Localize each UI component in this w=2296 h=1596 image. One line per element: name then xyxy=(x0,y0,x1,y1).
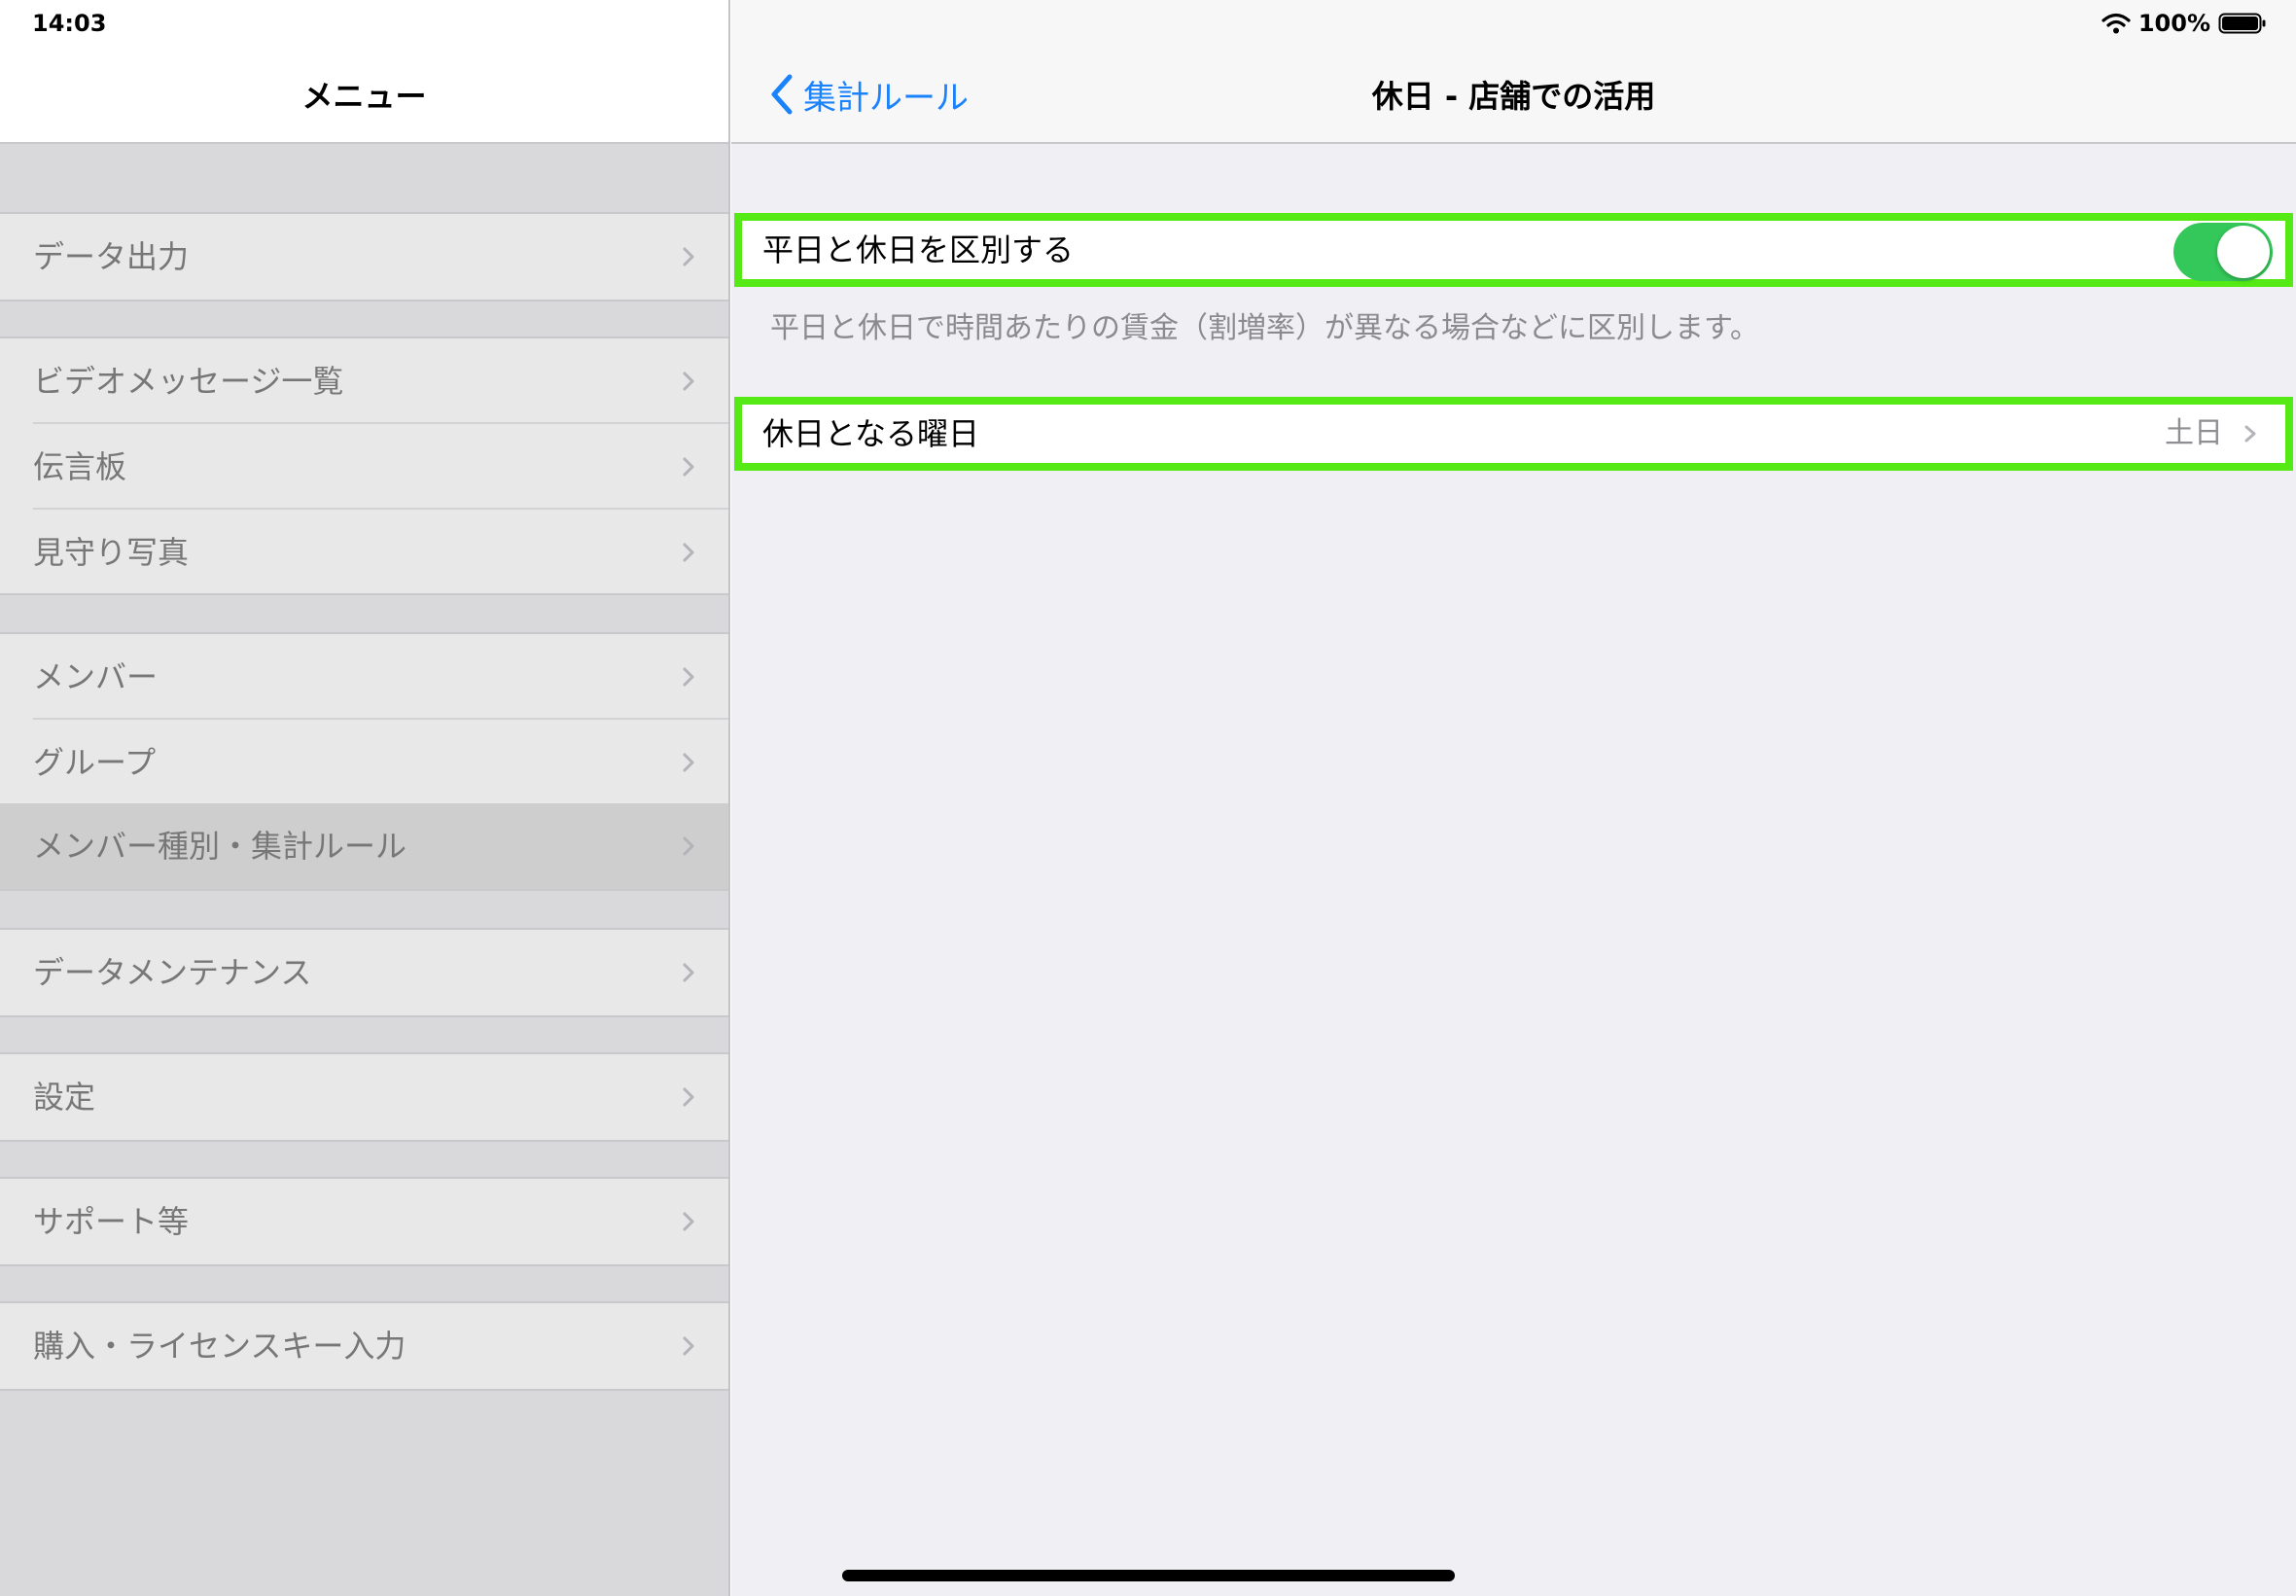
back-button-label: 集計ルール xyxy=(803,78,969,118)
chevron-right-icon xyxy=(683,963,694,982)
battery-percent: 100% xyxy=(2137,10,2210,37)
chevron-left-icon xyxy=(771,74,793,115)
group-separator xyxy=(0,889,728,891)
menu-item-data-export[interactable]: データ出力 xyxy=(0,214,728,300)
home-indicator[interactable] xyxy=(842,1570,1455,1581)
menu-item-watch-photos[interactable]: 見守り写真 xyxy=(0,510,728,595)
group-separator xyxy=(0,593,728,595)
distinguish-holidays-toggle[interactable] xyxy=(2173,223,2273,281)
toggle-knob xyxy=(2217,226,2270,278)
menu-item-support[interactable]: サポート等 xyxy=(0,1179,728,1264)
status-bar-right: 100% xyxy=(2102,8,2267,39)
chevron-right-icon xyxy=(683,543,694,562)
status-time: 14:03 xyxy=(32,10,107,37)
menu-item-label: メンバー種別・集計ルール xyxy=(33,828,407,865)
menu-item-label: データ出力 xyxy=(33,238,190,275)
menu-title: メニュー xyxy=(301,78,427,115)
group-separator xyxy=(0,1015,728,1017)
menu-item-groups[interactable]: グループ xyxy=(0,720,728,805)
group-separator xyxy=(0,1264,728,1266)
chevron-right-icon xyxy=(683,1212,694,1231)
menu-item-label: 設定 xyxy=(33,1079,96,1116)
menu-item-message-board[interactable]: 伝言板 xyxy=(0,424,728,510)
menu-item-purchase-license[interactable]: 購入・ライセンスキー入力 xyxy=(0,1303,728,1389)
chevron-right-icon xyxy=(683,753,694,772)
menu-item-video-messages[interactable]: ビデオメッセージ一覧 xyxy=(0,338,728,424)
menu-item-settings[interactable]: 設定 xyxy=(0,1054,728,1140)
distinguish-holidays-cell: 平日と休日を区別する xyxy=(734,213,2293,287)
menu-item-label: データメンテナンス xyxy=(33,954,312,991)
holiday-weekday-value: 土日 xyxy=(2165,416,2223,450)
group-separator xyxy=(0,300,728,301)
menu-item-label: メンバー xyxy=(33,658,159,695)
battery-icon xyxy=(2218,13,2266,34)
wifi-icon xyxy=(2102,13,2131,34)
menu-item-label: グループ xyxy=(33,744,157,781)
menu-item-label: サポート等 xyxy=(33,1203,190,1240)
chevron-right-icon xyxy=(2244,425,2256,443)
chevron-right-icon xyxy=(683,1336,694,1356)
screen: 14:03 メニュー データ出力 ビデオメッセージ一覧 伝言板 見守り写真 メン… xyxy=(0,0,2296,1596)
distinguish-holidays-footer: 平日と休日で時間あたりの賃金（割増率）が異なる場合などに区別します。 xyxy=(770,311,1759,345)
menu-item-members[interactable]: メンバー xyxy=(0,634,728,720)
chevron-right-icon xyxy=(683,372,694,391)
chevron-right-icon xyxy=(683,1087,694,1107)
holiday-weekday-label: 休日となる曜日 xyxy=(762,415,980,452)
chevron-right-icon xyxy=(683,457,694,477)
menu-item-data-maintenance[interactable]: データメンテナンス xyxy=(0,930,728,1015)
back-button[interactable]: 集計ルール xyxy=(768,70,969,119)
detail-panel: 100% 休日 - 店舗での活用 集計ルール 平日と休日を区別する 平日と休日で… xyxy=(731,0,2296,1596)
distinguish-holidays-label: 平日と休日を区別する xyxy=(762,231,1075,268)
chevron-right-icon xyxy=(683,667,694,687)
detail-navigation-bar: 100% 休日 - 店舗での活用 集計ルール xyxy=(731,0,2296,144)
menu-item-member-types-rules[interactable]: メンバー種別・集計ルール xyxy=(0,803,728,889)
group-separator xyxy=(0,1140,728,1142)
menu-item-label: ビデオメッセージ一覧 xyxy=(33,363,344,400)
chevron-right-icon xyxy=(683,836,694,856)
menu-panel: 14:03 メニュー データ出力 ビデオメッセージ一覧 伝言板 見守り写真 メン… xyxy=(0,0,730,1596)
menu-item-label: 伝言板 xyxy=(33,448,127,485)
menu-item-label: 見守り写真 xyxy=(33,534,190,571)
chevron-right-icon xyxy=(683,247,694,266)
group-separator xyxy=(0,1389,728,1391)
menu-header: 14:03 メニュー xyxy=(0,0,728,144)
holiday-weekday-cell[interactable]: 休日となる曜日 土日 xyxy=(734,397,2293,471)
menu-item-label: 購入・ライセンスキー入力 xyxy=(33,1328,406,1365)
